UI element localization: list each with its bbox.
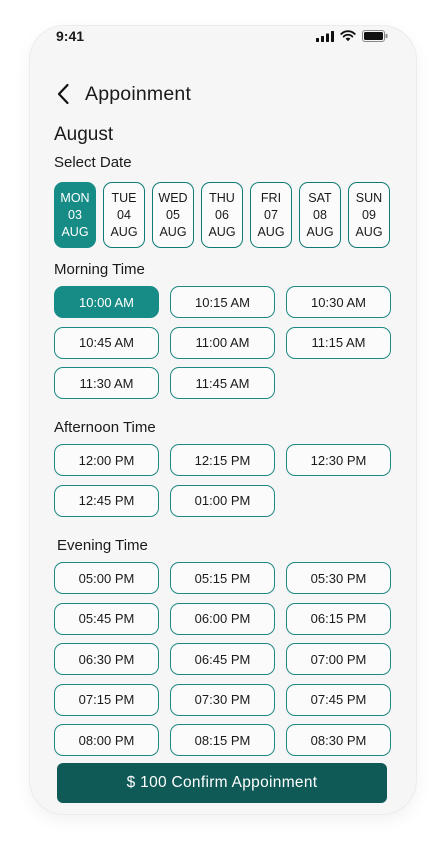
afternoon-time-label: Afternoon Time: [54, 419, 156, 436]
status-bar: 9:41: [56, 28, 388, 48]
time-slot[interactable]: 10:30 AM: [286, 286, 391, 318]
date-month: AUG: [306, 224, 334, 239]
select-date-label: Select Date: [54, 154, 132, 171]
date-number: 05: [166, 207, 180, 222]
date-number: 04: [117, 207, 131, 222]
date-card[interactable]: SUN 09 AUG: [348, 182, 390, 248]
time-slot[interactable]: 11:45 AM: [170, 367, 275, 399]
page-title: Appoinment: [85, 82, 192, 105]
time-slot[interactable]: 11:00 AM: [170, 326, 275, 359]
time-slot[interactable]: 12:45 PM: [54, 484, 159, 517]
time-slot[interactable]: 12:30 PM: [286, 444, 391, 476]
signal-icon: [316, 30, 334, 42]
wifi-icon: [340, 30, 356, 42]
date-number: 08: [313, 207, 327, 222]
confirm-appointment-button[interactable]: $ 100 Confirm Appoinment: [57, 763, 387, 803]
date-month: AUG: [110, 224, 138, 239]
date-card[interactable]: MON 03 AUG: [54, 182, 96, 248]
date-day: MON: [60, 190, 90, 205]
date-day: WED: [158, 190, 188, 205]
header: Appoinment: [52, 80, 392, 108]
evening-time-label: Evening Time: [57, 537, 148, 554]
time-slot[interactable]: 05:45 PM: [54, 602, 159, 635]
time-slot[interactable]: 06:15 PM: [286, 602, 391, 635]
date-picker: MON 03 AUG TUE 04 AUG WED 05 AUG THU 06 AUG FRI 07 AUG…: [54, 182, 390, 248]
time-slot[interactable]: 06:45 PM: [170, 643, 275, 675]
morning-slots: 10:00 AM 10:15 AM 10:30 AM 10:45 AM 11:00 AM…: [54, 286, 391, 399]
morning-time-label: Morning Time: [54, 261, 145, 278]
date-number: 09: [362, 207, 376, 222]
time-slot[interactable]: 10:45 AM: [54, 326, 159, 359]
date-day: FRI: [260, 190, 282, 205]
time-slot[interactable]: 08:00 PM: [54, 724, 159, 756]
date-month: AUG: [208, 224, 236, 239]
evening-slots: 05:00 PM 05:15 PM 05:30 PM 05:45 PM 06:00 PM…: [54, 562, 391, 756]
date-card[interactable]: WED 05 AUG: [152, 182, 194, 248]
date-number: 06: [215, 207, 229, 222]
date-day: SAT: [308, 190, 332, 205]
date-card[interactable]: THU 06 AUG: [201, 182, 243, 248]
time-slot[interactable]: 08:30 PM: [286, 724, 391, 756]
time-slot[interactable]: 01:00 PM: [170, 484, 275, 517]
time-slot[interactable]: 11:30 AM: [54, 367, 159, 399]
status-time: 9:41: [56, 28, 85, 44]
battery-icon: [362, 30, 388, 42]
date-month: AUG: [257, 224, 285, 239]
time-slot[interactable]: 07:30 PM: [170, 683, 275, 716]
date-day: TUE: [111, 190, 137, 205]
date-number: 03: [68, 207, 82, 222]
back-button[interactable]: [52, 81, 74, 107]
time-slot[interactable]: 06:30 PM: [54, 643, 159, 675]
time-slot[interactable]: 08:15 PM: [170, 724, 275, 756]
date-month: AUG: [61, 224, 89, 239]
date-day: THU: [209, 190, 235, 205]
status-icons: [316, 30, 388, 42]
time-slot[interactable]: 12:15 PM: [170, 444, 275, 476]
time-slot[interactable]: 05:15 PM: [170, 562, 275, 594]
time-slot[interactable]: 05:00 PM: [54, 562, 159, 594]
date-card[interactable]: TUE 04 AUG: [103, 182, 145, 248]
time-slot[interactable]: 10:15 AM: [170, 286, 275, 318]
time-slot[interactable]: 07:00 PM: [286, 643, 391, 675]
time-slot[interactable]: 05:30 PM: [286, 562, 391, 594]
date-day: SUN: [355, 190, 383, 205]
time-slot[interactable]: 07:15 PM: [54, 683, 159, 716]
date-month: AUG: [159, 224, 187, 239]
time-slot[interactable]: 06:00 PM: [170, 602, 275, 635]
afternoon-slots: 12:00 PM 12:15 PM 12:30 PM 12:45 PM 01:00 PM: [54, 444, 391, 517]
time-slot[interactable]: 10:00 AM: [54, 286, 159, 318]
month-title: August: [54, 124, 114, 145]
chevron-left-icon: [57, 83, 69, 105]
time-slot[interactable]: 07:45 PM: [286, 683, 391, 716]
date-card[interactable]: SAT 08 AUG: [299, 182, 341, 248]
date-month: AUG: [355, 224, 383, 239]
date-card[interactable]: FRI 07 AUG: [250, 182, 292, 248]
time-slot[interactable]: 12:00 PM: [54, 444, 159, 476]
date-number: 07: [264, 207, 278, 222]
time-slot[interactable]: 11:15 AM: [286, 326, 391, 359]
